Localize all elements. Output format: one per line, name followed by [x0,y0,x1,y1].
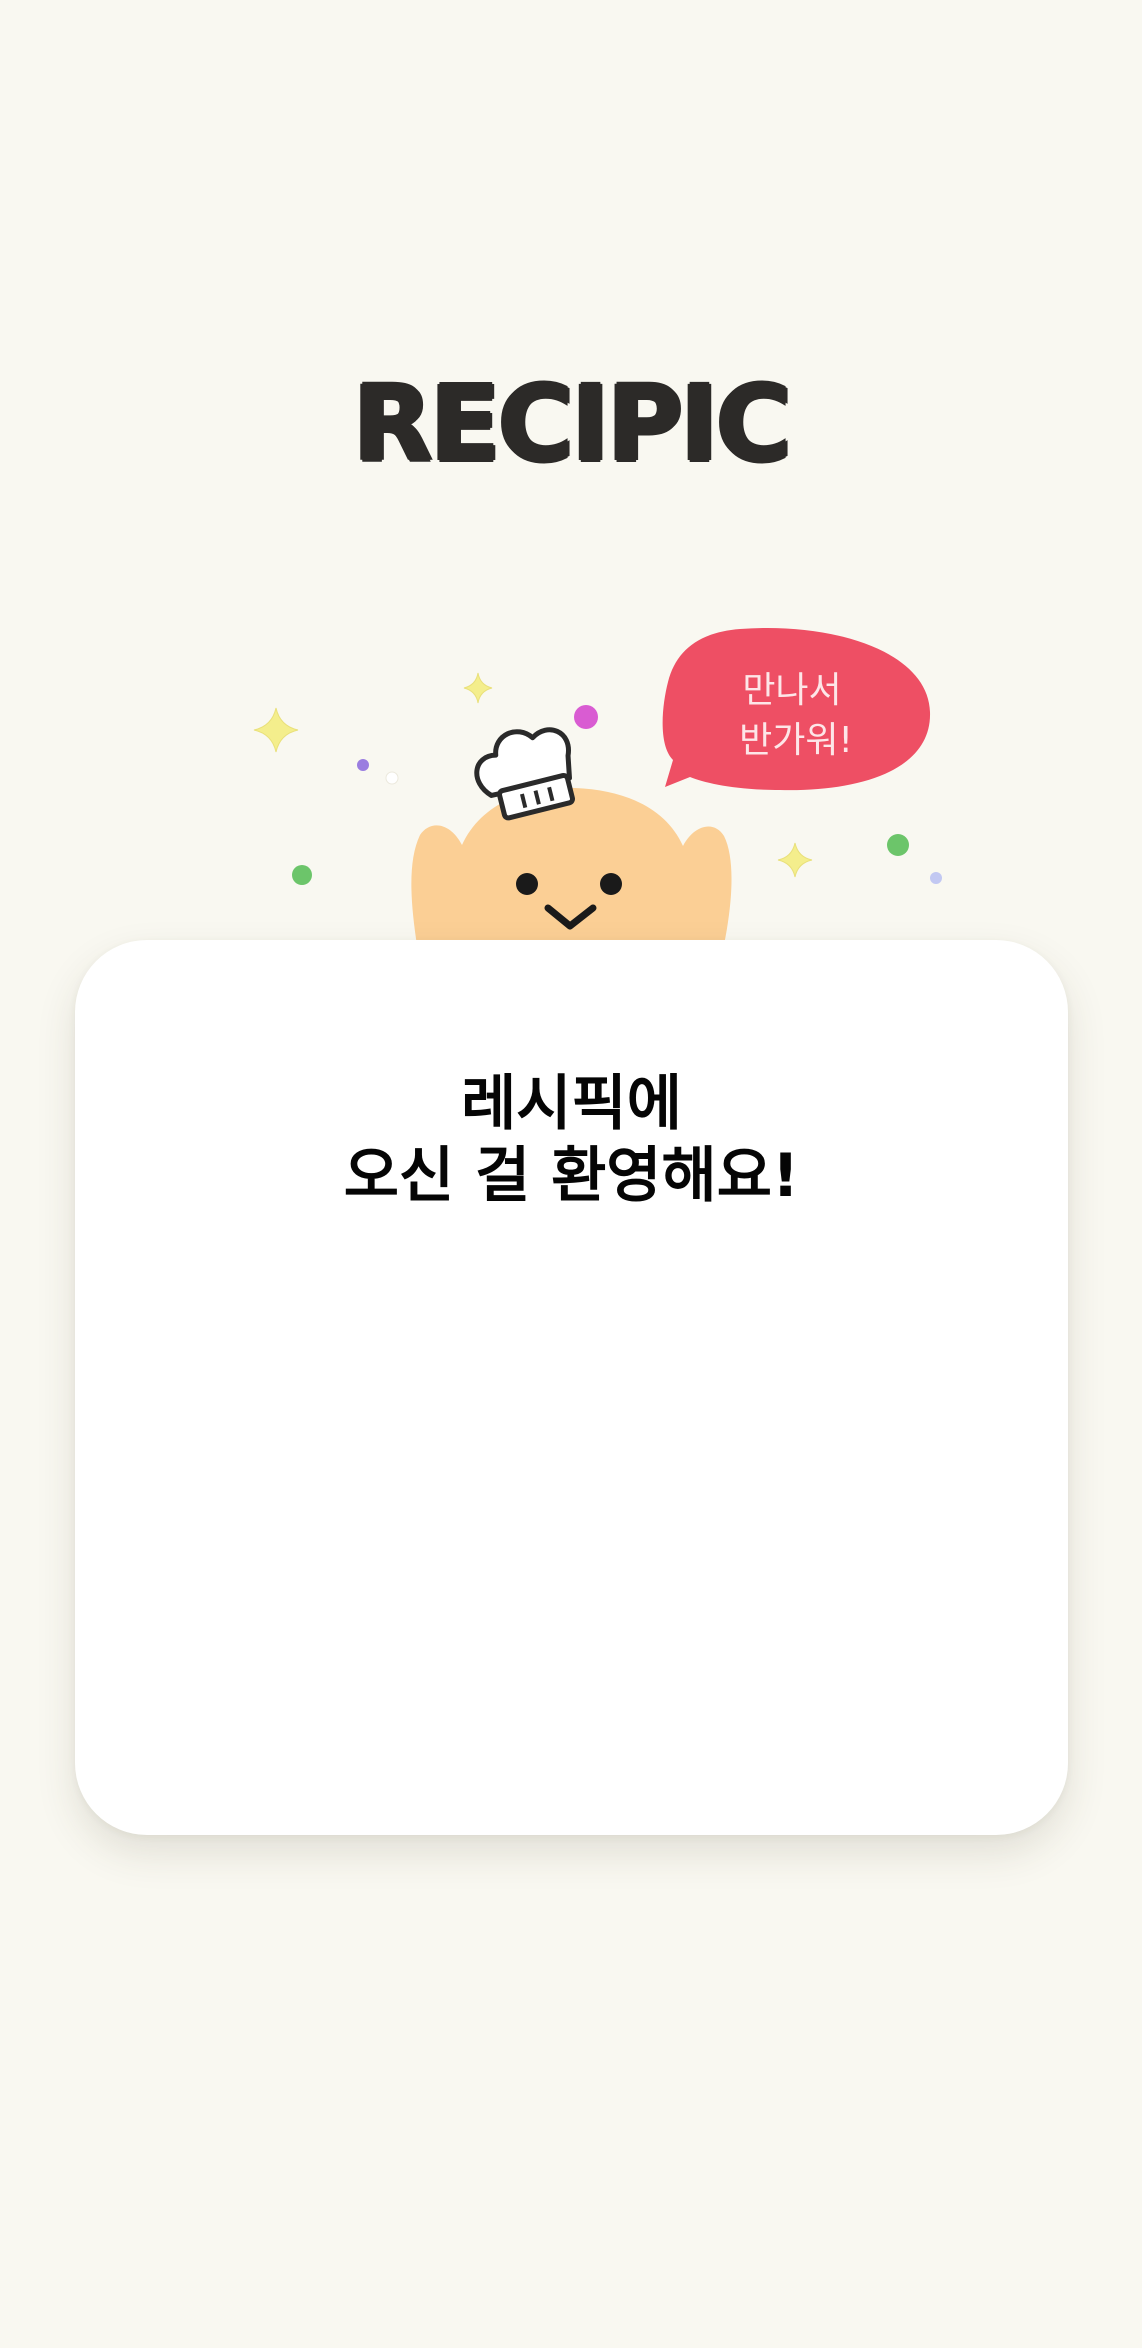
welcome-card: 레시픽에 오신 걸 환영해요! [75,940,1068,1835]
mascot-illustration: 만나서 반가워! [0,600,1142,960]
app-logo: RECIPIC [352,363,792,485]
welcome-line2: 오신 걸 환영해요! [343,1141,800,1211]
speech-bubble-icon: 만나서 반가워! [662,627,931,791]
welcome-heading: 레시픽에 오신 걸 환영해요! [75,1068,1068,1212]
welcome-line1: 레시픽에 [461,1069,682,1139]
speech-bubble-line1: 만나서 [742,670,841,711]
speech-bubble-line2: 반가워! [739,720,853,761]
